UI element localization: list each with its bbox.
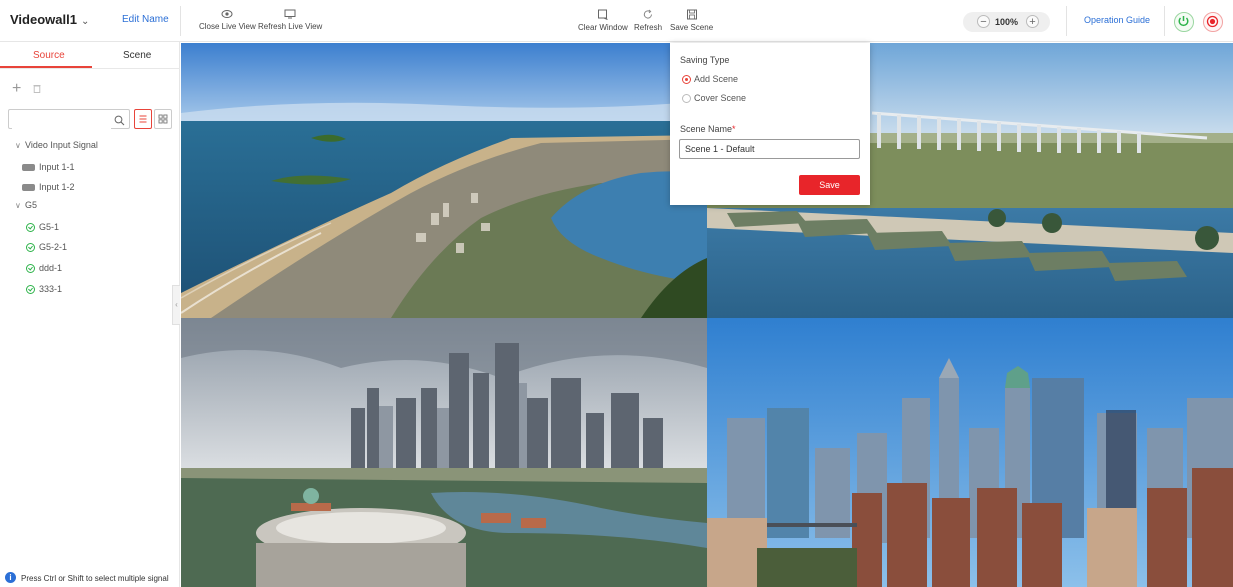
save-scene-button[interactable]: Save Scene — [670, 9, 713, 32]
tree-item-g5-1[interactable]: G5-1 — [26, 222, 59, 233]
live-view-image — [181, 318, 707, 587]
power-icon — [1178, 16, 1189, 27]
grid-view-button[interactable] — [154, 109, 172, 129]
video-signal-icon — [22, 184, 35, 192]
live-view-image — [707, 318, 1233, 587]
delete-icon[interactable] — [33, 80, 41, 96]
eye-icon — [221, 10, 233, 18]
scene-name-label: Scene Name* — [680, 124, 736, 134]
tree-item-333-1[interactable]: 333-1 — [26, 284, 62, 295]
hint-bar: i Press Ctrl or Shift to select multiple … — [0, 568, 180, 587]
save-scene-popup: Saving Type Add Scene Cover Scene Scene … — [670, 43, 870, 205]
divider — [180, 6, 181, 36]
search-icon[interactable] — [114, 113, 125, 131]
required-mark: * — [732, 124, 736, 134]
clear-window-icon — [597, 9, 608, 20]
refresh-button[interactable]: Refresh — [634, 9, 662, 32]
tree-item-input-1-1[interactable]: Input 1-1 — [22, 162, 75, 172]
live-view-image — [181, 43, 707, 318]
radio-cover-scene[interactable]: Cover Scene — [682, 93, 746, 104]
tab-scene[interactable]: Scene — [123, 50, 151, 61]
chevron-down-icon: ⌄ — [80, 16, 90, 27]
tree-item-g5-2-1[interactable]: G5-2-1 — [26, 242, 67, 253]
tree-item-input-1-2[interactable]: Input 1-2 — [22, 182, 75, 192]
video-window-3[interactable] — [181, 318, 707, 587]
list-view-button[interactable] — [134, 109, 152, 129]
active-tab-indicator — [0, 66, 92, 68]
zoom-level: 100% — [995, 17, 1019, 27]
online-device-icon — [26, 264, 35, 274]
monitor-icon — [284, 9, 296, 19]
refresh-live-view-button[interactable]: Refresh Live View — [258, 9, 322, 31]
save-button[interactable]: Save — [799, 175, 860, 195]
tab-divider — [0, 68, 180, 69]
close-live-view-button[interactable]: Close Live View — [199, 9, 256, 31]
add-icon[interactable]: + — [12, 80, 21, 97]
source-tools: + — [12, 80, 41, 98]
divider — [1164, 6, 1165, 36]
operation-guide-link[interactable]: Operation Guide — [1084, 15, 1150, 25]
scene-name-input[interactable] — [679, 139, 860, 159]
collapse-sidebar-handle[interactable]: ‹ — [172, 285, 180, 325]
radio-unselected-icon — [682, 94, 691, 104]
video-signal-icon — [22, 164, 35, 172]
zoom-control: − 100% + — [963, 12, 1050, 32]
tree-group-video-input-signal[interactable]: ∨ Video Input Signal — [15, 140, 98, 150]
top-toolbar: Videowall1 ⌄ Edit Name Close Live View Re… — [0, 0, 1233, 42]
chevron-down-icon: ∨ — [15, 201, 21, 210]
online-device-icon — [26, 285, 35, 295]
grid-view-icon — [158, 114, 168, 124]
videowall-selector[interactable]: Videowall1 ⌄ — [10, 12, 89, 27]
video-window-1[interactable] — [181, 43, 707, 318]
refresh-icon — [643, 9, 652, 19]
videowall-name: Videowall1 — [10, 12, 77, 27]
tree-item-ddd-1[interactable]: ddd-1 — [26, 263, 62, 274]
chevron-down-icon: ∨ — [15, 141, 21, 150]
source-sidebar: Source Scene + ∨ Video Input Signal Input… — [0, 42, 180, 587]
tree-group-g5[interactable]: ∨ G5 — [15, 200, 37, 210]
tab-source[interactable]: Source — [33, 50, 65, 61]
power-button[interactable] — [1174, 12, 1194, 32]
record-icon — [1206, 15, 1219, 28]
video-window-4[interactable] — [707, 318, 1233, 587]
online-device-icon — [26, 243, 35, 253]
multi-select-hint: Press Ctrl or Shift to select multiple s… — [21, 574, 169, 583]
record-button[interactable] — [1203, 12, 1223, 32]
online-device-icon — [26, 223, 35, 233]
radio-add-scene[interactable]: Add Scene — [682, 74, 738, 85]
saving-type-label: Saving Type — [680, 55, 730, 65]
search-box — [8, 109, 130, 129]
list-view-icon — [139, 115, 147, 123]
divider — [1066, 6, 1067, 36]
edit-name-link[interactable]: Edit Name — [122, 14, 169, 25]
radio-selected-icon — [682, 75, 691, 85]
search-input[interactable] — [12, 111, 111, 129]
info-icon: i — [5, 572, 16, 583]
zoom-out-button[interactable]: − — [977, 15, 990, 28]
clear-window-button[interactable]: Clear Window — [578, 9, 628, 32]
zoom-in-button[interactable]: + — [1026, 15, 1039, 28]
save-icon — [686, 9, 697, 20]
